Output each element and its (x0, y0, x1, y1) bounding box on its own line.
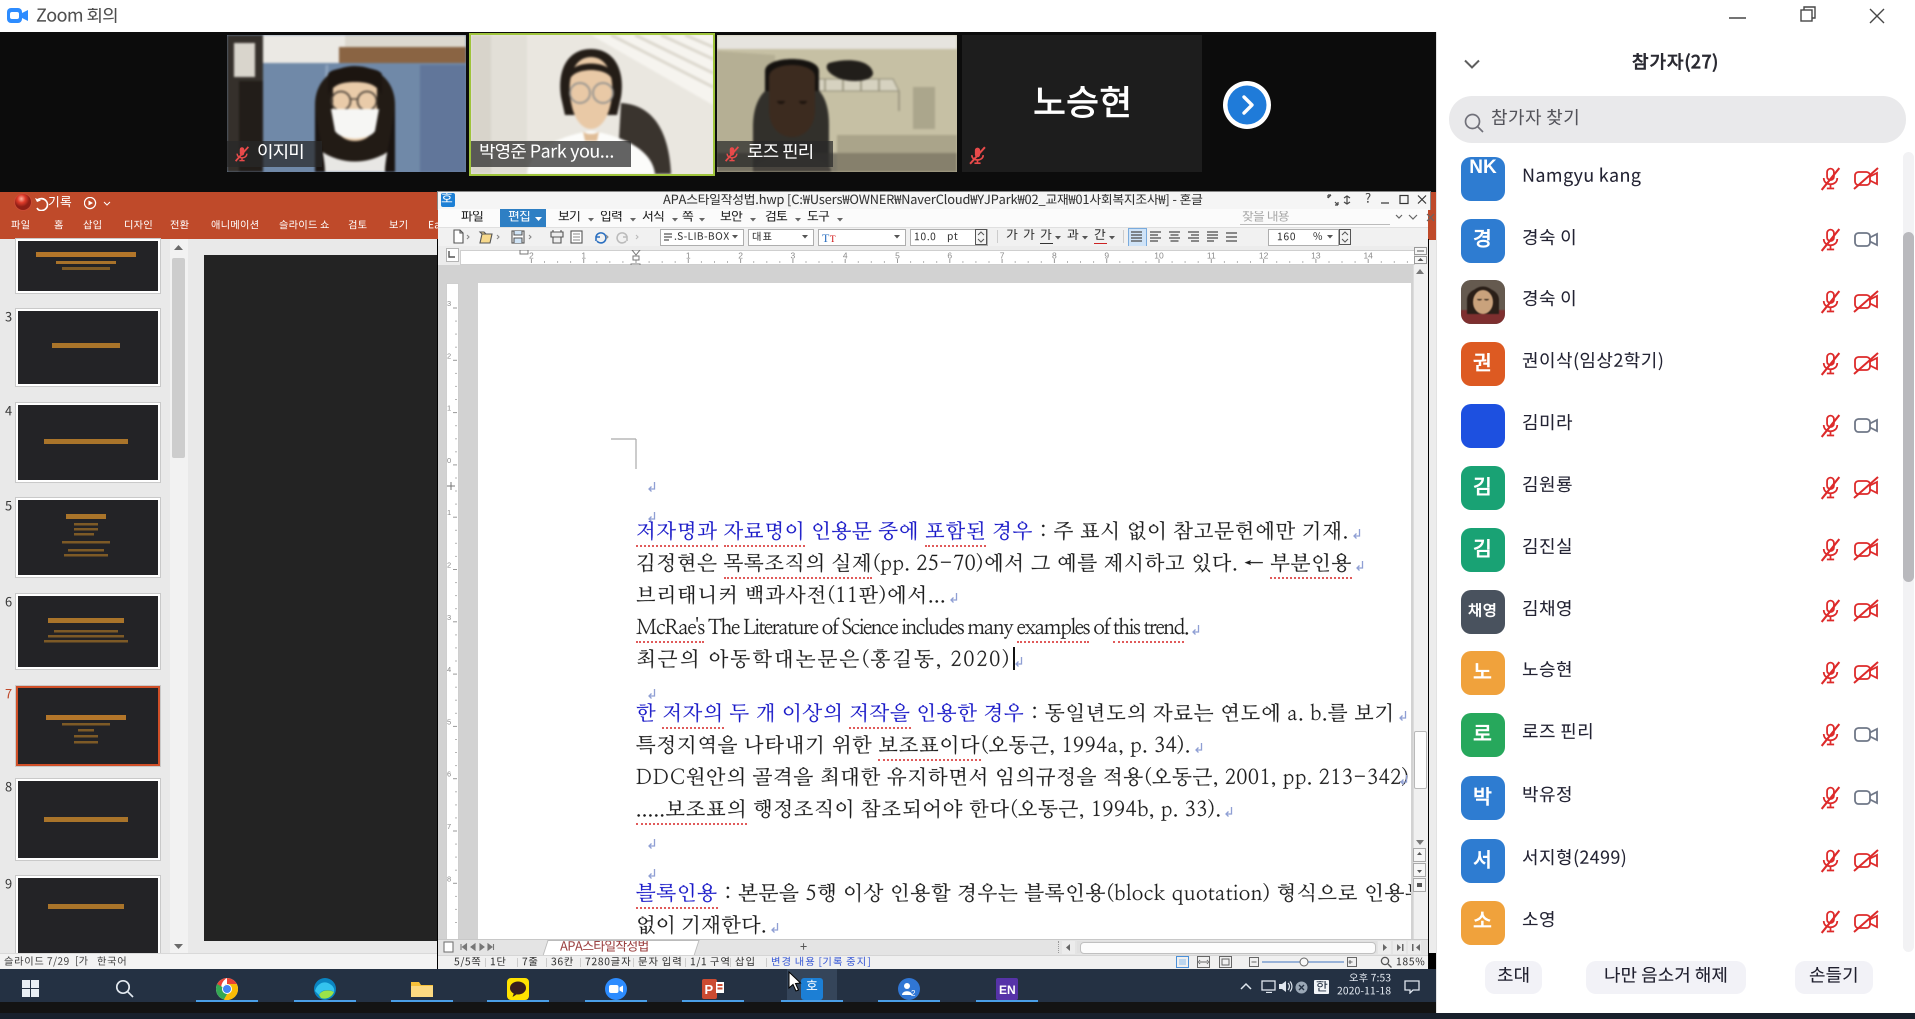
svg-text:13: 13 (1311, 251, 1321, 261)
svg-text:T: T (830, 234, 836, 244)
svg-text:3: 3 (447, 613, 451, 622)
svg-text:10: 10 (1154, 251, 1164, 261)
svg-text:4: 4 (447, 665, 451, 674)
svg-text:8: 8 (1052, 251, 1057, 261)
svg-text:6: 6 (447, 770, 451, 779)
svg-text:7: 7 (447, 822, 451, 831)
svg-text:8: 8 (447, 874, 451, 883)
svg-text:7: 7 (1000, 251, 1005, 261)
svg-text:EN: EN (999, 983, 1016, 997)
svg-text:4: 4 (843, 251, 848, 261)
svg-text:2: 2 (911, 989, 916, 998)
svg-text:0: 0 (447, 456, 451, 465)
svg-text:2: 2 (738, 251, 743, 261)
svg-text:2: 2 (529, 251, 534, 261)
svg-text:T: T (822, 231, 830, 244)
svg-text:2: 2 (447, 351, 451, 360)
svg-text:1: 1 (447, 404, 451, 413)
svg-text:5: 5 (895, 251, 900, 261)
svg-text:5: 5 (447, 717, 451, 726)
svg-text:1: 1 (686, 251, 691, 261)
svg-text:3: 3 (791, 251, 796, 261)
svg-text:12: 12 (1259, 251, 1269, 261)
svg-text:2: 2 (447, 561, 451, 570)
svg-text:P: P (705, 982, 714, 997)
svg-text:9: 9 (1104, 251, 1109, 261)
svg-text:1: 1 (581, 251, 586, 261)
svg-text:14: 14 (1363, 251, 1373, 261)
svg-text:3: 3 (447, 299, 451, 308)
svg-text:11: 11 (1207, 251, 1216, 261)
svg-text:6: 6 (947, 251, 952, 261)
svg-text:1: 1 (447, 508, 451, 517)
